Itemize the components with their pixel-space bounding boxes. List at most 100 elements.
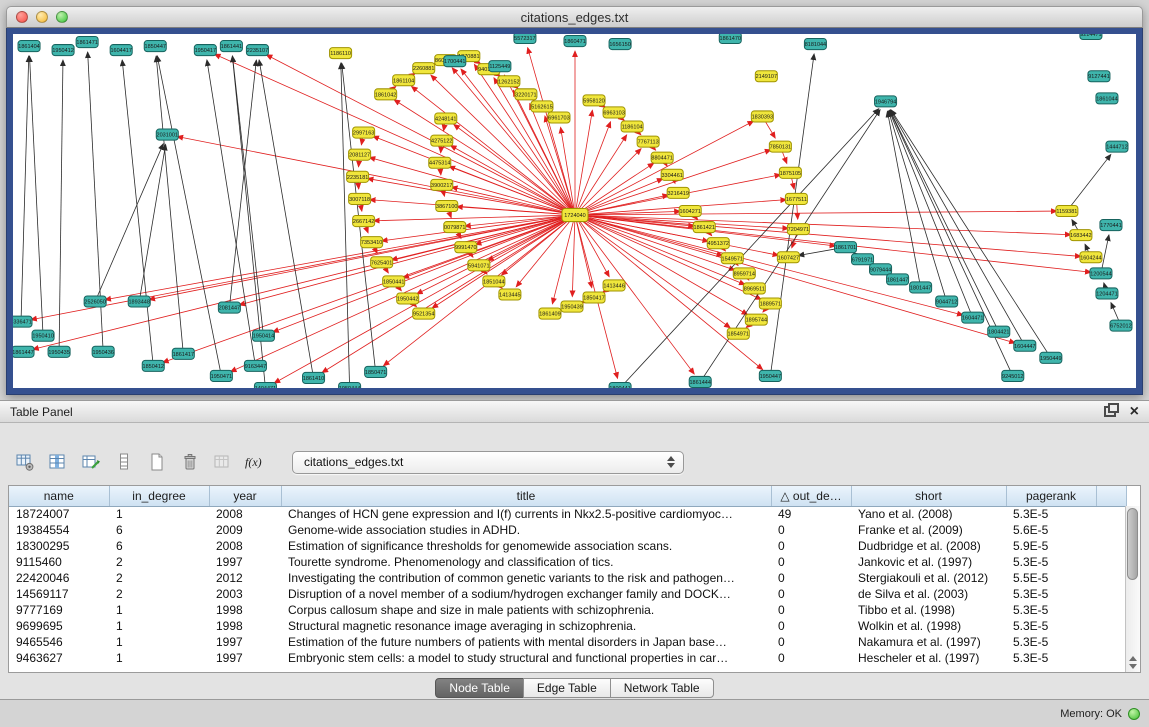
graph-node[interactable]: 8959714 — [733, 268, 755, 279]
graph-node[interactable]: 1804421 — [988, 326, 1010, 337]
graph-node[interactable]: 3007118 — [349, 193, 371, 204]
graph-node[interactable]: 5958120 — [583, 95, 605, 106]
table-settings-icon[interactable] — [12, 450, 38, 474]
graph-node[interactable]: 2235107 — [246, 45, 268, 56]
graph-node[interactable]: 8181044 — [804, 39, 826, 50]
graph-node[interactable]: 8804471 — [651, 152, 673, 163]
graph-node[interactable]: 7204971 — [787, 224, 809, 235]
column-header-in_degree[interactable]: in_degree — [109, 486, 209, 506]
table-row[interactable]: 2242004622012Investigating the contribut… — [9, 570, 1126, 586]
graph-node[interactable]: 2081447 — [218, 302, 240, 313]
graph-node[interactable]: 4275122 — [431, 135, 453, 146]
graph-node[interactable]: 1413445 — [499, 289, 521, 300]
graph-node[interactable]: 1889571 — [759, 298, 781, 309]
network-graph[interactable]: 1724040299716320811272235181300711826671… — [13, 34, 1136, 388]
column-header-short[interactable]: short — [851, 486, 1006, 506]
graph-node[interactable]: 1850412 — [142, 360, 164, 371]
graph-node[interactable]: 1851044 — [483, 276, 505, 287]
graph-node[interactable]: 4951372 — [707, 238, 729, 249]
tab-network-table[interactable]: Network Table — [610, 678, 714, 698]
scrollbar-arrows-icon[interactable] — [1126, 656, 1140, 669]
float-panel-icon[interactable] — [1104, 406, 1116, 417]
graph-node[interactable]: 4475314 — [429, 157, 451, 168]
tab-edge-table[interactable]: Edge Table — [523, 678, 611, 698]
graph-node[interactable]: 1830393 — [751, 111, 773, 122]
graph-node[interactable]: 1950414 — [252, 330, 274, 341]
graph-node[interactable]: 1950412 — [52, 45, 74, 56]
graph-node[interactable]: 1549571 — [721, 253, 743, 264]
graph-node[interactable]: 1950417 — [194, 45, 216, 56]
graph-node[interactable]: 1861447 — [13, 346, 34, 357]
graph-node[interactable]: 6752012 — [1110, 320, 1132, 331]
graph-node[interactable]: 7625401 — [371, 257, 393, 268]
graph-node[interactable]: 1861701 — [834, 242, 856, 253]
graph-node[interactable]: 1159381 — [1056, 205, 1078, 216]
graph-node[interactable]: 9079444 — [870, 264, 892, 275]
window-titlebar[interactable]: citations_edges.txt — [6, 6, 1143, 28]
graph-node[interactable]: 1861447 — [887, 274, 909, 285]
import-table-icon[interactable] — [210, 450, 236, 474]
scrollbar-thumb[interactable] — [1127, 508, 1138, 580]
column-header-name[interactable]: name — [9, 486, 109, 506]
graph-node[interactable]: 9163447 — [244, 360, 266, 371]
graph-node[interactable]: 3220171 — [515, 89, 537, 100]
close-button[interactable] — [16, 11, 28, 23]
graph-node[interactable]: 1861471 — [76, 37, 98, 48]
graph-node[interactable]: 2149107 — [755, 71, 777, 82]
graph-node[interactable]: 1950435 — [48, 346, 70, 357]
column-header-out_de[interactable]: △ out_de… — [771, 486, 851, 506]
graph-node[interactable]: 6961703 — [548, 112, 570, 123]
graph-node[interactable]: 1186104 — [621, 121, 643, 132]
graph-node[interactable]: 1656150 — [609, 39, 631, 50]
graph-node[interactable]: 1604447 — [1014, 340, 1036, 351]
graph-node[interactable]: 1850471 — [365, 366, 387, 377]
graph-node[interactable]: 1861441 — [220, 41, 242, 52]
graph-node[interactable]: 1950447 — [759, 370, 781, 381]
graph-node[interactable]: 1861421 — [693, 222, 715, 233]
column-header-pagerank[interactable]: pagerank — [1006, 486, 1096, 506]
table-source-dropdown[interactable]: citations_edges.txt — [292, 451, 684, 474]
graph-node[interactable]: 1683442 — [1070, 230, 1092, 241]
zoom-button[interactable] — [56, 11, 68, 23]
graph-node[interactable]: 1404471 — [254, 382, 276, 388]
graph-node[interactable]: 1204471 — [1096, 288, 1118, 299]
graph-node[interactable]: 2235181 — [347, 171, 369, 182]
graph-node[interactable]: 1850447 — [144, 41, 166, 52]
graph-node[interactable]: 1950439 — [561, 301, 583, 312]
graph-node[interactable]: 7353410 — [361, 237, 383, 248]
graph-node[interactable]: 6791971 — [851, 254, 873, 265]
edit-table-icon[interactable] — [78, 450, 104, 474]
graph-node[interactable]: 1861444 — [689, 376, 711, 387]
graph-node[interactable]: 5572317 — [514, 34, 536, 44]
graph-node[interactable]: 1186110 — [330, 48, 352, 59]
tab-node-table[interactable]: Node Table — [435, 678, 524, 698]
graph-node[interactable]: 1413446 — [603, 280, 625, 291]
graph-node[interactable]: 1861470 — [719, 34, 741, 44]
table-row[interactable]: 946554611997Estimation of the future num… — [9, 634, 1126, 650]
graph-node[interactable]: 1724040 — [562, 208, 588, 221]
graph-node[interactable]: 9127441 — [1088, 71, 1110, 82]
graph-node[interactable]: 7767113 — [637, 136, 659, 147]
graph-node[interactable]: 2526050 — [84, 296, 106, 307]
graph-node[interactable]: 1861404 — [18, 41, 40, 52]
graph-node[interactable]: 7850131 — [769, 141, 791, 152]
column-header-year[interactable]: year — [209, 486, 281, 506]
graph-node[interactable]: 5941071 — [468, 260, 490, 271]
graph-node[interactable]: 1770441 — [1100, 220, 1122, 231]
graph-node[interactable]: 2667142 — [353, 216, 375, 227]
graph-node[interactable]: 1950410 — [32, 330, 54, 341]
graph-node[interactable]: 1604417 — [110, 45, 132, 56]
graph-node[interactable]: 1850417 — [583, 292, 605, 303]
graph-node[interactable]: 9044712 — [936, 296, 958, 307]
graph-node[interactable]: 2081127 — [349, 149, 371, 160]
graph-node[interactable]: 1700441 — [444, 56, 466, 67]
graph-node[interactable]: 3867100 — [436, 200, 458, 211]
table-row[interactable]: 1938455462009Genome-wide association stu… — [9, 522, 1126, 538]
graph-node[interactable]: 1861417 — [172, 348, 194, 359]
table-row[interactable]: 1830029562008Estimation of significance … — [9, 538, 1126, 554]
graph-node[interactable]: 1893448 — [128, 296, 150, 307]
graph-node[interactable]: 4248141 — [435, 113, 457, 124]
network-canvas[interactable]: 1724040299716320811272235181300711826671… — [13, 34, 1136, 388]
graph-node[interactable]: 1946794 — [875, 96, 897, 107]
graph-node[interactable]: 1604271 — [679, 205, 701, 216]
